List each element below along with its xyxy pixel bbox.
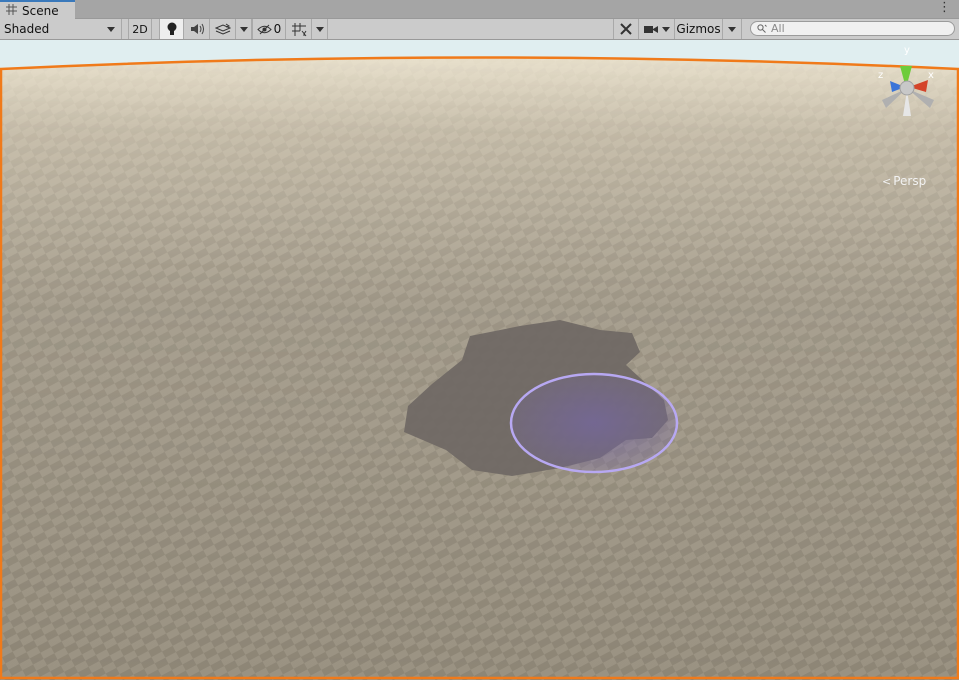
toggle-2d-button[interactable]: 2D [128, 19, 152, 39]
grid-icon [6, 3, 17, 18]
axis-gizmo-icon [882, 66, 934, 116]
effects-toggle-button[interactable] [210, 19, 236, 39]
grid-toggle-button[interactable] [286, 19, 312, 39]
shading-mode-dropdown[interactable]: Shaded [0, 19, 122, 39]
gizmos-label: Gizmos [676, 22, 721, 36]
gizmos-dropdown[interactable] [723, 19, 742, 39]
lighting-toggle-button[interactable] [159, 19, 184, 39]
tab-scene[interactable]: Scene [0, 0, 75, 19]
shading-mode-label: Shaded [4, 22, 50, 36]
eye-hidden-icon [256, 24, 272, 34]
scene-viewport[interactable]: y x z < Persp [0, 40, 959, 680]
scene-visibility-button[interactable]: 0 [252, 19, 286, 39]
audio-toggle-button[interactable] [184, 19, 210, 39]
perspective-icon: < [882, 174, 892, 188]
hidden-count: 0 [273, 22, 282, 36]
axis-x-label: x [928, 70, 934, 81]
camera-settings-button[interactable] [639, 19, 675, 39]
search-input[interactable]: All [750, 21, 955, 36]
grid-dropdown[interactable] [312, 19, 328, 39]
scene-toolbar: Shaded 2D 0 Gizmos All [0, 19, 959, 40]
speaker-icon [190, 23, 204, 35]
projection-toggle[interactable]: < Persp [882, 174, 926, 188]
toggle-2d-label: 2D [132, 22, 148, 36]
chevron-down-icon [107, 27, 115, 32]
chevron-down-icon [239, 26, 248, 32]
tools-button[interactable] [613, 19, 639, 39]
tab-bar: Scene ⋮ [0, 0, 959, 19]
camera-icon [644, 25, 658, 33]
chevron-down-icon [315, 26, 324, 32]
orientation-gizmo[interactable]: y x z [872, 45, 948, 126]
chevron-down-icon [662, 26, 670, 32]
brush-area [512, 375, 676, 471]
search-icon [757, 24, 767, 33]
grid-snap-icon [291, 22, 306, 36]
effects-dropdown[interactable] [236, 19, 252, 39]
lightbulb-icon [167, 22, 176, 35]
layers-icon [214, 23, 231, 35]
axis-z-label: z [878, 70, 884, 81]
tab-label: Scene [22, 3, 59, 18]
tools-icon [620, 23, 632, 35]
gizmos-button[interactable]: Gizmos [675, 19, 723, 39]
kebab-menu-icon[interactable]: ⋮ [938, 1, 951, 15]
scene-render [0, 40, 959, 680]
search-placeholder: All [771, 22, 785, 35]
chevron-down-icon [728, 26, 736, 32]
axis-y-label: y [904, 45, 910, 56]
projection-label: Persp [893, 174, 927, 188]
